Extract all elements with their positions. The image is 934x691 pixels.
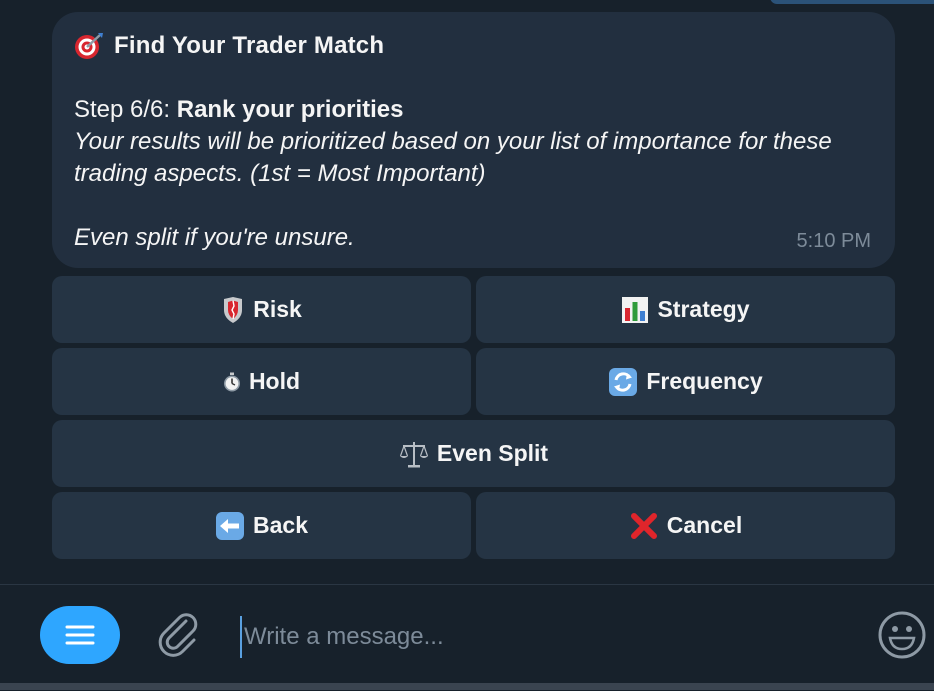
message-time: 5:10 PM: [796, 230, 871, 252]
back-arrow-icon: [215, 511, 245, 541]
menu-icon: [65, 624, 95, 646]
step-prefix: Step 6/6:: [74, 96, 177, 123]
bot-message-bubble: Find Your Trader Match Step 6/6: Rank yo…: [52, 12, 895, 268]
bar-chart-icon: [621, 296, 649, 324]
message-title: Find Your Trader Match: [114, 32, 385, 59]
risk-button[interactable]: Risk: [52, 276, 471, 343]
balance-scale-icon: [399, 439, 429, 469]
window-bottom-edge: [0, 683, 934, 690]
back-label: Back: [253, 512, 308, 538]
cross-mark-icon: [629, 511, 659, 541]
even-split-label: Even Split: [436, 440, 549, 466]
message-title-row: Find Your Trader Match: [74, 32, 384, 60]
smiley-icon: [876, 609, 928, 661]
hold-label: Hold: [248, 368, 301, 394]
attach-button[interactable]: [156, 611, 204, 664]
even-split-button[interactable]: Even Split: [52, 420, 895, 487]
cancel-button[interactable]: Cancel: [476, 492, 895, 559]
back-button[interactable]: Back: [52, 492, 471, 559]
frequency-button[interactable]: Frequency: [476, 348, 895, 415]
step-title: Rank your priorities: [176, 96, 404, 123]
direct-hit-icon: [74, 32, 104, 60]
bot-menu-button[interactable]: [40, 606, 120, 664]
step-description: Your results will be prioritized based o…: [74, 128, 832, 187]
top-edge-element: [770, 0, 934, 4]
strategy-button[interactable]: Strategy: [476, 276, 895, 343]
message-input[interactable]: [240, 616, 846, 658]
cancel-label: Cancel: [666, 512, 743, 538]
risk-label: Risk: [253, 296, 302, 322]
strategy-label: Strategy: [657, 296, 750, 322]
stopwatch-icon: [223, 372, 241, 392]
step-hint: Even split if you're unsure.: [74, 224, 355, 251]
refresh-icon: [608, 367, 638, 397]
frequency-label: Frequency: [646, 368, 763, 394]
hold-button[interactable]: Hold: [52, 348, 471, 415]
emoji-button[interactable]: [876, 609, 928, 666]
step-line: Step 6/6: Rank your priorities: [74, 96, 403, 124]
shield-icon: [221, 296, 245, 324]
paperclip-icon: [156, 611, 204, 659]
